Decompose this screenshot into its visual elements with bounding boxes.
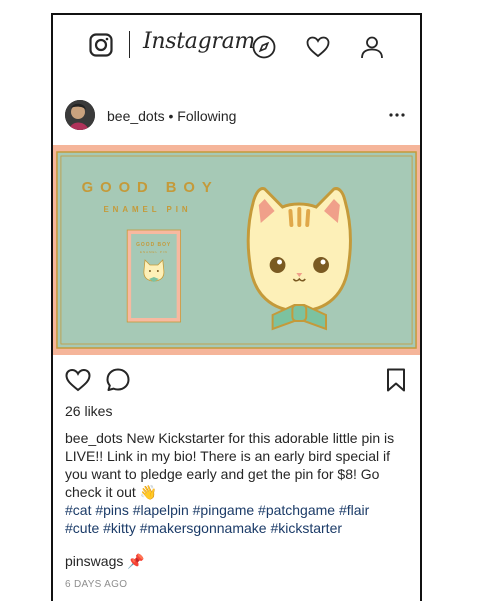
following-status[interactable]: Following [177,108,236,124]
instagram-wordmark[interactable]: Instagram [143,29,255,54]
caption-hashtags[interactable]: #cat #pins #lapelpin #pingame #patchgame… [65,502,369,536]
post-header: bee_dots • Following [53,87,420,145]
caption-username[interactable]: bee_dots [65,430,123,446]
card-subhead: ENAMEL PIN [140,250,168,254]
pin-subhead: ENAMEL PIN [103,205,191,214]
post-username[interactable]: bee_dots [107,108,165,124]
instagram-window: Instagram bee_dots • Following GOOD BOY … [51,13,422,601]
more-options-icon[interactable] [388,107,406,123]
top-navigation-bar: Instagram [53,15,420,88]
post-image[interactable]: GOOD BOY ENAMEL PIN GOOD BOY ENAMEL PIN [53,145,420,355]
comment-username[interactable]: pinswags [65,553,123,569]
pushpin-emoji: 📌 [127,553,145,569]
comment-row: pinswags 📌 [65,553,145,570]
post-details: 26 likes bee_dots New Kickstarter for th… [53,399,420,601]
like-count[interactable]: 26 likes [65,403,112,419]
post-timestamp[interactable]: 6 DAYS AGO [65,579,127,590]
instagram-camera-icon[interactable] [89,33,113,57]
feed: bee_dots • Following GOOD BOY ENAMEL PIN… [53,87,420,601]
profile-icon[interactable] [360,35,384,59]
post-actions-bar [53,355,420,399]
pin-headline: GOOD BOY [82,180,219,196]
bookmark-icon[interactable] [383,367,409,393]
like-heart-icon[interactable] [65,367,91,393]
post-author-line: bee_dots • Following [107,108,236,124]
separator-dot: • [164,108,178,124]
post-caption: bee_dots New Kickstarter for this adorab… [65,429,405,537]
comment-bubble-icon[interactable] [105,367,131,393]
avatar[interactable] [65,100,95,130]
avatar-image [65,100,95,130]
card-headline: GOOD BOY [136,242,171,248]
heart-icon[interactable] [306,35,330,59]
logo-divider [129,31,130,58]
compass-icon[interactable] [252,35,276,59]
